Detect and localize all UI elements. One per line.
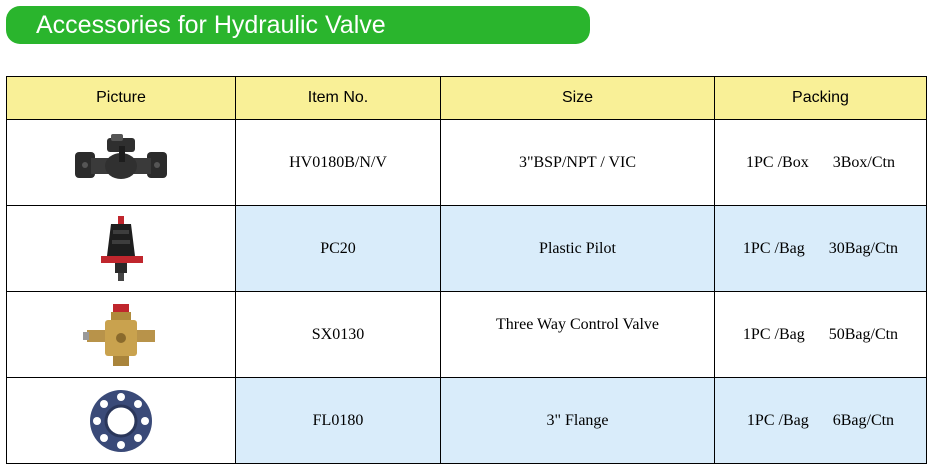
picture-cell [6, 291, 236, 378]
header-packing: Packing [714, 76, 927, 120]
picture-cell [6, 377, 236, 464]
pack-carton: 30Bag/Ctn [828, 239, 899, 257]
packing-cell: 1PC /Bag 50Bag/Ctn [714, 291, 927, 378]
size-cell: Three Way Control Valve [440, 291, 715, 378]
header-picture: Picture [6, 76, 236, 120]
header-item-no: Item No. [235, 76, 441, 120]
pack-carton: 3Box/Ctn [832, 153, 895, 171]
pack-unit: 1PC /Box [746, 153, 809, 171]
header-row: Picture Item No. Size Packing [6, 76, 927, 120]
size-cell: Plastic Pilot [440, 205, 715, 292]
size-text: Three Way Control Valve [496, 315, 659, 333]
table-row: PC20 Plastic Pilot 1PC /Bag 30Bag/Ctn [6, 205, 927, 292]
picture-cell [6, 119, 236, 206]
table-row: FL0180 3" Flange 1PC /Bag 6Bag/Ctn [6, 377, 927, 464]
item-no-cell: SX0130 [235, 291, 441, 378]
hydraulic-valve-image [75, 133, 167, 179]
item-no-cell: PC20 [235, 205, 441, 292]
picture-cell [6, 205, 236, 292]
pack-carton: 6Bag/Ctn [832, 411, 895, 429]
size-cell: 3" Flange [440, 377, 715, 464]
plastic-pilot-image [101, 215, 143, 281]
three-way-valve-image [83, 303, 155, 366]
table-row: HV0180B/N/V 3"BSP/NPT / VIC 1PC /Box 3Bo… [6, 119, 927, 206]
item-no-cell: HV0180B/N/V [235, 119, 441, 206]
pack-carton: 50Bag/Ctn [828, 325, 899, 343]
pack-unit: 1PC /Bag [746, 411, 809, 429]
accessories-table: Picture Item No. Size Packing HV0180B/N/… [6, 76, 927, 464]
size-cell: 3"BSP/NPT / VIC [440, 119, 715, 206]
title-banner: Accessories for Hydraulic Valve [6, 6, 590, 44]
flange-image [90, 389, 152, 452]
pack-unit: 1PC /Bag [742, 325, 805, 343]
pack-unit: 1PC /Bag [742, 239, 805, 257]
header-size: Size [440, 76, 715, 120]
table-row: SX0130 Three Way Control Valve 1PC /Bag … [6, 291, 927, 378]
packing-cell: 1PC /Bag 30Bag/Ctn [714, 205, 927, 292]
packing-cell: 1PC /Bag 6Bag/Ctn [714, 377, 927, 464]
item-no-cell: FL0180 [235, 377, 441, 464]
packing-cell: 1PC /Box 3Box/Ctn [714, 119, 927, 206]
page-title: Accessories for Hydraulic Valve [36, 11, 386, 39]
